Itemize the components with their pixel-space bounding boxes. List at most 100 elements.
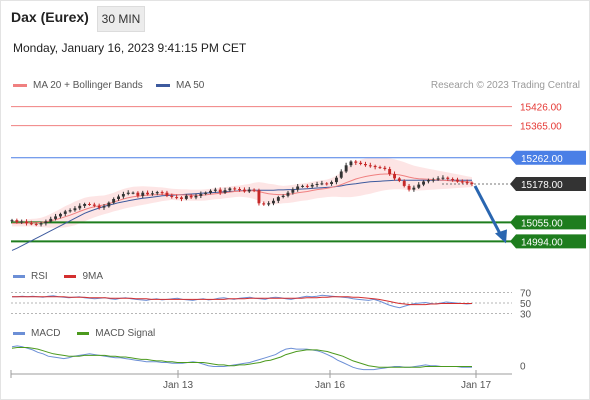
candle-body [291,189,295,193]
candle-body [112,199,116,203]
candle-body [44,221,48,224]
candle-body [456,179,459,182]
candle-body [165,192,169,196]
candle-body [465,182,469,184]
candle-body [407,185,411,190]
forecast-arrow-shaft [473,185,504,239]
candle-body [233,188,237,190]
candle-body [243,189,246,192]
candle-body [247,189,251,192]
candle-body [228,188,232,191]
candle-body [431,179,435,181]
candle-body [402,180,406,186]
candle-body [73,208,77,211]
candle-body [238,189,241,190]
candle-body [189,195,193,198]
candle-body [335,177,338,183]
candle-body [296,186,300,190]
candle-body [451,179,455,180]
candle-body [412,187,416,190]
macd-tick-label: 0 [520,362,526,373]
candle-body [92,204,96,206]
candle-body [359,162,363,164]
candle-body [436,178,440,180]
candle-body [126,192,130,194]
candle-body [373,165,377,168]
candle-body [354,161,358,163]
level-label-resistance: 15426.00 [520,103,562,114]
candle-body [470,182,474,184]
bollinger-band [12,157,472,228]
candle-body [117,196,120,199]
candle-body [184,195,188,199]
candle-body [78,205,82,209]
candle-body [301,185,304,187]
candle-body [388,169,392,174]
chart-canvas: 15426.00 15365.00 15262.00 15178.00 15055.00… [10,103,586,391]
candle-body [20,221,24,223]
level-label-pivot: 15262.00 [521,154,563,165]
candle-body [199,194,203,196]
candle-body [315,184,319,185]
level-label-support: 14994.00 [521,237,563,248]
candle-body [10,220,14,222]
candle-body [378,167,382,169]
candle-body [146,192,149,195]
candle-body [34,223,38,225]
candle-body [107,202,111,207]
candle-body [39,223,43,225]
candle-body [54,216,57,219]
candle-body [151,193,154,195]
candle-body [393,174,396,179]
candle-body [267,203,271,205]
x-tick-label: Jan 17 [461,380,491,391]
candle-body [397,178,401,181]
candle-body [441,177,445,179]
candle-body [257,190,261,204]
candle-body [68,210,72,212]
candle-body [97,205,101,208]
rsi-tick-label: 50 [520,299,532,310]
candle-body [209,190,212,193]
rsi-tick-label: 30 [520,309,532,320]
candle-body [83,204,87,206]
candle-body [213,189,217,191]
candle-body [262,203,266,205]
candle-body [422,181,425,185]
candle-body [330,182,333,184]
candle-body [325,183,329,185]
candle-body [59,213,62,217]
candle-body [305,185,309,187]
candle-body [204,192,208,194]
candle-body [131,192,135,194]
candle-body [344,165,348,172]
candle-body [102,206,106,208]
macd-signal-line [11,347,472,368]
candle-body [29,223,33,225]
candle-body [320,183,324,185]
candle-body [460,181,464,183]
level-label-support: 15055.00 [521,218,563,229]
candle-body [364,164,367,166]
candle-body [446,177,450,179]
candle-body [339,171,343,178]
macd-line [11,345,472,371]
level-label-resistance: 15365.00 [520,122,562,133]
rsi-tick-label: 70 [520,289,532,300]
candle-body [276,197,280,201]
x-tick-label: Jan 16 [315,380,345,391]
candle-body [170,195,174,197]
candle-body [180,197,183,199]
candle-body [218,189,222,193]
candle-body [136,192,140,196]
candle-body [427,180,430,182]
candle-body [88,204,91,205]
candle-body [368,165,372,167]
candle-body [121,194,125,197]
candle-body [63,211,67,214]
candle-body [252,189,256,191]
candle-body [160,192,164,194]
x-tick-label: Jan 13 [163,380,193,391]
candle-body [141,192,145,196]
level-label-current: 15178.00 [521,180,563,191]
